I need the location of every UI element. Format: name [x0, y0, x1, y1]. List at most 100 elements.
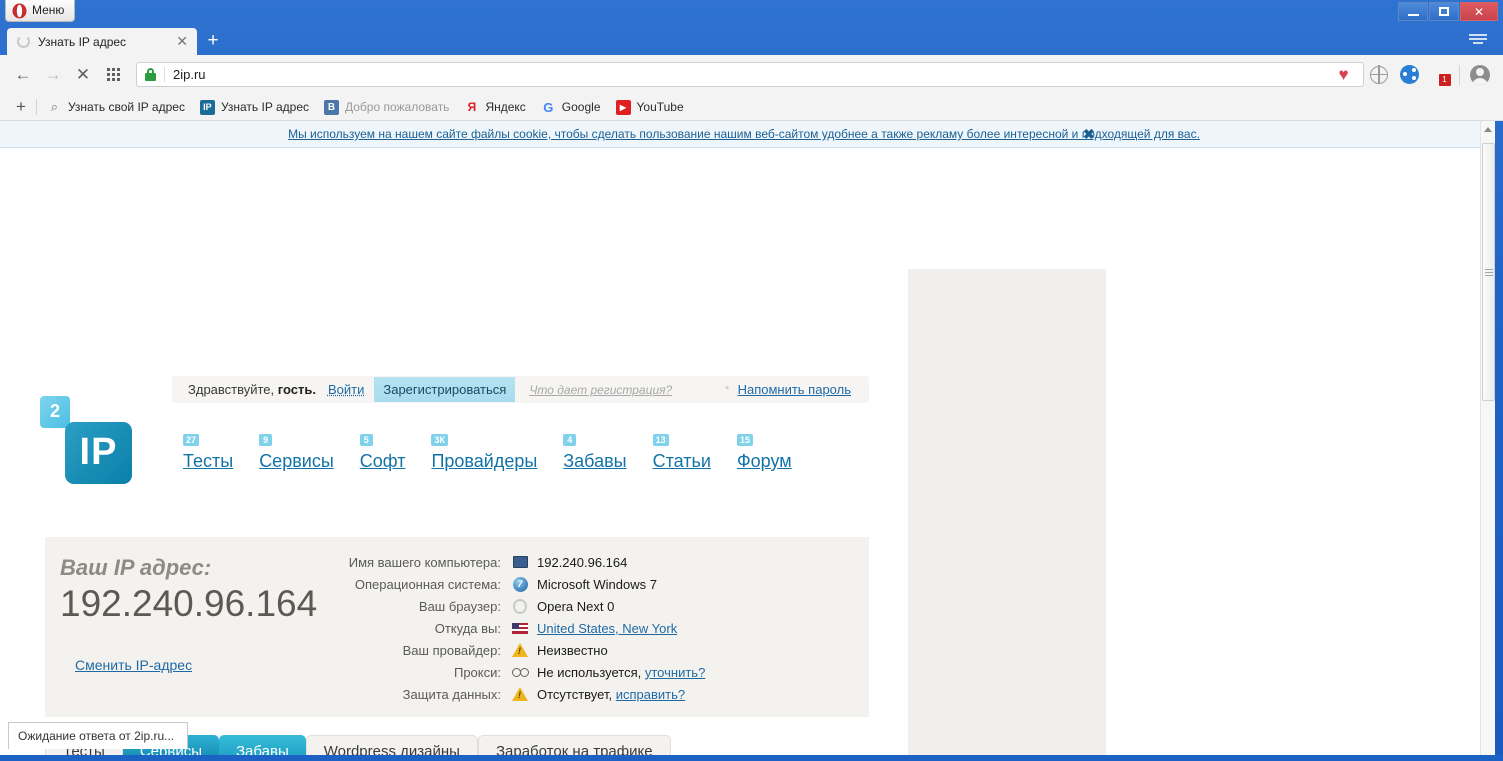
youtube-icon: ▶	[615, 99, 631, 115]
browser-window: Меню ✕ Узнать IP адрес ✕ + ← → ✕ 2ip.ru …	[0, 0, 1503, 761]
minimize-button[interactable]	[1398, 2, 1428, 21]
bookmark-item-google[interactable]: G Google	[541, 100, 601, 115]
adblock-count-badge: 1	[1438, 74, 1451, 86]
detail-label: Ваш браузер:	[418, 598, 501, 614]
change-ip-link[interactable]: Сменить IP-адрес	[75, 657, 192, 673]
detail-value: 192.240.96.164	[537, 554, 628, 570]
monitor-icon	[511, 554, 529, 570]
nav-item-tests[interactable]: 27 Тесты	[183, 434, 234, 472]
nav-item-forum[interactable]: 15 Форум	[736, 434, 792, 472]
ip-info-box: Ваш IP адрес: 192.240.96.164 Сменить IP-…	[45, 537, 869, 717]
remind-password-link[interactable]: Напомнить пароль	[738, 382, 851, 397]
nav-item-services[interactable]: 9 Сервисы	[259, 434, 334, 472]
grid-icon	[106, 68, 120, 81]
nav-item-fun[interactable]: 4 Забавы	[563, 434, 627, 472]
adblock-button[interactable]: 1	[1424, 61, 1454, 89]
globe-icon	[1369, 65, 1388, 84]
loading-spinner-icon	[17, 35, 30, 48]
bookmark-item-ip-search[interactable]: ⌕ Узнать свой IP адрес	[47, 99, 185, 115]
bookmark-item-youtube[interactable]: ▶ YouTube	[615, 99, 684, 115]
detail-row-proxy: Прокси: Не используется, уточнить?	[325, 662, 705, 682]
detail-value: Отсутствует,	[537, 686, 616, 702]
shield-icon: 1	[1431, 65, 1451, 86]
lock-icon	[145, 68, 156, 81]
detail-value: Не используется,	[537, 664, 645, 680]
toolbar-divider	[1459, 64, 1460, 85]
close-icon: ✕	[1473, 4, 1485, 19]
tab-strip: Узнать IP адрес ✕ +	[0, 26, 1503, 55]
cookie-consent-text[interactable]: Мы используем на нашем сайте файлы cooki…	[288, 127, 1200, 141]
protection-fix-link[interactable]: исправить?	[616, 687, 685, 702]
minimize-icon	[1407, 13, 1419, 16]
nav-item-soft[interactable]: 5 Софт	[359, 434, 405, 472]
account-bar: Здравствуйте, гость. Войти Зарегистриров…	[172, 376, 869, 403]
cookie-close-icon[interactable]: ✖	[1083, 126, 1095, 143]
close-window-button[interactable]: ✕	[1460, 2, 1498, 21]
bookmark-item-2ip[interactable]: IP Узнать IP адрес	[199, 99, 309, 115]
nav-badge: 4	[563, 434, 577, 446]
ip-caption: Ваш IP адрес:	[60, 555, 212, 580]
bookmark-item-vk[interactable]: B Добро пожаловать	[324, 99, 449, 115]
add-bookmark-button[interactable]: +	[10, 97, 36, 117]
tab-traffic-earnings[interactable]: Заработок на трафике	[477, 735, 671, 755]
ip-details-table: Имя вашего компьютера: 192.240.96.164 Оп…	[325, 552, 706, 706]
nav-item-articles[interactable]: 13 Статьи	[652, 434, 711, 472]
detail-label: Операционная система:	[354, 576, 501, 592]
new-tab-button[interactable]: +	[203, 31, 223, 52]
bookmark-label: Яндекс	[485, 100, 526, 114]
profile-button[interactable]	[1465, 61, 1495, 89]
location-link[interactable]: United States, New York	[537, 621, 677, 636]
yandex-icon: Я	[467, 100, 477, 114]
logo-ip-badge: IP	[65, 422, 132, 484]
scrollbar-grip-icon	[1484, 267, 1493, 278]
scroll-up-button[interactable]	[1481, 121, 1495, 137]
logo-2-badge: 2	[40, 396, 70, 428]
nav-label: Тесты	[183, 451, 234, 471]
heart-icon: ♥	[1338, 64, 1349, 84]
tab-wordpress-designs[interactable]: Wordpress дизайны	[305, 735, 478, 755]
opera-icon	[511, 598, 529, 614]
detail-label: Защита данных:	[402, 686, 501, 702]
bookmark-item-yandex[interactable]: Я Яндекс	[464, 100, 526, 115]
site-main-nav: 27 Тесты 9 Сервисы 5 Софт 3К Провайдеры …	[183, 434, 818, 472]
what-registration-gives-link[interactable]: Что дает регистрация?	[529, 383, 672, 397]
back-button[interactable]: ←	[8, 61, 38, 89]
stop-button[interactable]: ✕	[68, 61, 98, 89]
login-link[interactable]: Войти	[328, 382, 364, 397]
ip-summary: Ваш IP адрес: 192.240.96.164	[60, 555, 317, 625]
nav-badge: 13	[652, 434, 669, 446]
glasses-icon	[511, 664, 529, 680]
bookmark-heart-button[interactable]: ♥	[1324, 62, 1364, 87]
bookmark-label: YouTube	[636, 100, 684, 114]
site-logo[interactable]: 2 IP	[40, 396, 132, 484]
browser-toolbar: ← → ✕ 2ip.ru ♥ 1	[0, 55, 1503, 94]
asterisk-marker: *	[724, 382, 730, 397]
tab-close-icon[interactable]: ✕	[173, 33, 191, 50]
maximize-button[interactable]	[1429, 2, 1459, 21]
nav-item-providers[interactable]: 3К Провайдеры	[431, 434, 537, 472]
speed-dial-button[interactable]	[98, 61, 128, 89]
nav-badge: 15	[736, 434, 753, 446]
proxy-check-link[interactable]: уточнить?	[645, 665, 705, 680]
vk-icon: B	[324, 99, 339, 115]
vpn-globe-button[interactable]	[1364, 61, 1394, 89]
scrollbar-thumb[interactable]	[1482, 143, 1495, 401]
forward-button[interactable]: →	[38, 61, 68, 89]
nav-badge: 5	[359, 434, 373, 446]
tab-title: Узнать IP адрес	[38, 34, 127, 49]
vertical-scrollbar[interactable]	[1480, 121, 1495, 755]
address-bar[interactable]: 2ip.ru	[136, 62, 1326, 87]
nav-label: Статьи	[652, 451, 711, 471]
browser-tab[interactable]: Узнать IP адрес ✕	[7, 28, 197, 55]
detail-row-hostname: Имя вашего компьютера: 192.240.96.164	[325, 552, 705, 572]
bookmarks-bar: + ⌕ Узнать свой IP адрес IP Узнать IP ад…	[0, 94, 1503, 121]
detail-row-protection: Защита данных: Отсутствует, исправить?	[325, 684, 705, 704]
tab-menu-icon[interactable]	[1469, 34, 1487, 48]
opera-menu-button[interactable]: Меню	[5, 0, 76, 22]
register-button[interactable]: Зарегистрироваться	[374, 377, 516, 402]
share-button[interactable]	[1394, 61, 1424, 89]
url-text: 2ip.ru	[173, 67, 206, 82]
greeting: Здравствуйте, гость.	[188, 382, 316, 397]
tab-fun[interactable]: Забавы	[218, 735, 306, 755]
bookmark-label: Google	[561, 100, 601, 114]
